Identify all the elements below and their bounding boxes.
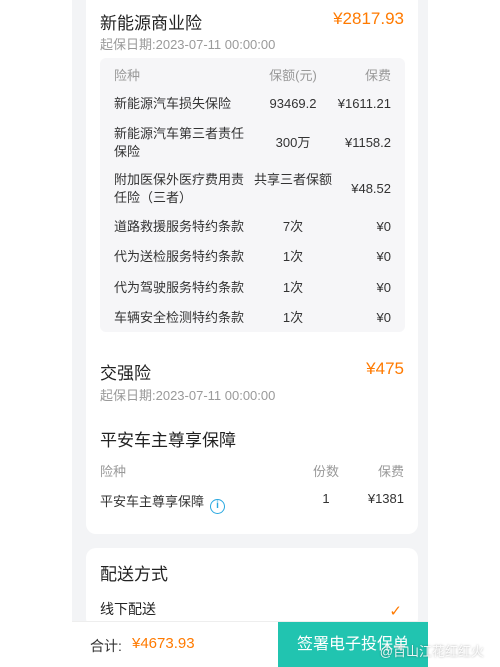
row-name: 代为驾驶服务特约条款 <box>114 280 245 295</box>
row-name: 平安车主尊享保障 <box>100 494 205 509</box>
row-fee: ¥48.52 <box>351 181 391 196</box>
policy-card: 新能源商业险 ¥2817.93 起保日期:2023-07-11 00:00:00… <box>86 0 418 534</box>
commercial-title: 新能源商业险 <box>100 14 202 33</box>
row-fee: ¥1158.2 <box>344 135 391 150</box>
bottom-bar: 合计: ¥4673.93 签署电子投保单 <box>72 621 428 667</box>
row-name: 车辆安全检测特约条款 <box>114 310 245 325</box>
compulsory-title: 交强险 <box>100 364 151 383</box>
commercial-price: ¥2817.93 <box>333 9 404 28</box>
check-icon: ✓ <box>389 603 402 620</box>
row-name: 代为送检服务特约条款 <box>114 249 245 264</box>
info-icon[interactable]: i <box>210 499 226 514</box>
guarantee-row-name: 平安车主尊享保障 i <box>100 491 260 514</box>
compulsory-start-date: 起保日期:2023-07-11 00:00:00 <box>100 388 276 403</box>
total-label: 合计: <box>90 638 122 654</box>
col-header-fee: 保费 <box>364 68 391 83</box>
row-name: 附加医保外医疗费用责任险（三者） <box>114 172 245 205</box>
row-fee: ¥0 <box>376 219 391 234</box>
col-header-type: 险种 <box>100 464 127 479</box>
watermark: @百山江花红红火 <box>379 644 484 659</box>
compulsory-price: ¥475 <box>366 359 404 378</box>
col-header-fee: 保费 <box>377 464 404 479</box>
commercial-table: 险种 保额(元) 保费 新能源汽车损失保险 93469.2 ¥1611.21 新… <box>100 58 405 332</box>
total-value: ¥4673.93 <box>132 635 195 652</box>
row-name: 新能源汽车损失保险 <box>114 96 232 111</box>
row-fee: ¥1611.21 <box>337 96 391 111</box>
delivery-card: 配送方式 线下配送 ✓ <box>86 548 418 628</box>
row-name: 道路救援服务特约条款 <box>114 219 245 234</box>
delivery-title: 配送方式 <box>100 565 168 584</box>
col-header-type: 险种 <box>114 68 141 83</box>
delivery-option[interactable]: 线下配送 <box>100 599 156 619</box>
row-fee: ¥1381 <box>367 491 404 506</box>
guarantee-title: 平安车主尊享保障 <box>100 431 236 450</box>
row-fee: ¥0 <box>376 280 391 295</box>
row-fee: ¥0 <box>376 249 391 264</box>
row-name: 新能源汽车第三者责任保险 <box>114 126 245 159</box>
row-fee: ¥0 <box>376 310 391 325</box>
commercial-start-date: 起保日期:2023-07-11 00:00:00 <box>100 37 276 52</box>
